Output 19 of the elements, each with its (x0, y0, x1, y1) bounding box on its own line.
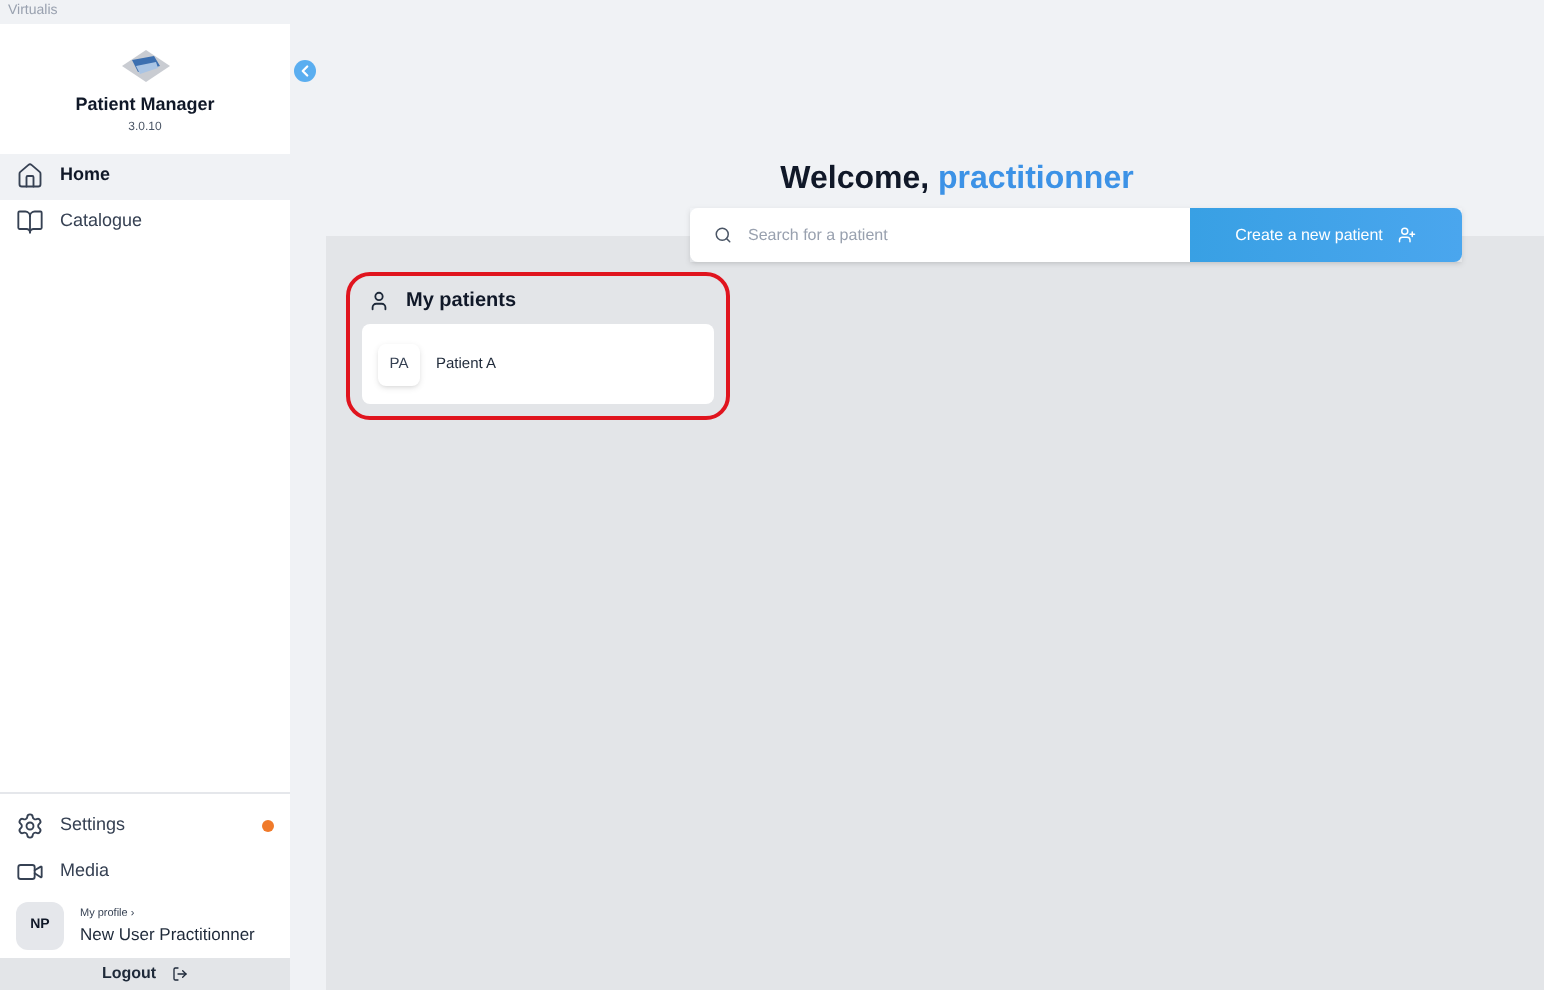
settings-icon (16, 811, 44, 839)
sidebar-item[interactable]: Settings (0, 802, 290, 848)
home-icon (16, 162, 44, 190)
sidebar-item[interactable]: Media (0, 848, 290, 894)
app-name: Patient Manager (75, 92, 215, 118)
welcome-heading: Welcome, practitionner (780, 160, 1134, 200)
user-icon (368, 290, 390, 312)
add-user-icon (1398, 226, 1417, 244)
section-title: My patients (406, 288, 517, 316)
logo-icon (119, 48, 171, 84)
logout-icon (172, 966, 189, 982)
collapse-button[interactable] (294, 60, 316, 82)
search-icon (714, 226, 732, 244)
user-name: New User Practitionner (80, 921, 255, 947)
book-icon (16, 208, 44, 236)
logout-button[interactable]: Logout (0, 958, 290, 990)
sidebar-item[interactable]: Home (0, 153, 290, 199)
chevron-left-icon (296, 62, 314, 80)
sidebar-item[interactable]: Catalogue (0, 199, 290, 245)
